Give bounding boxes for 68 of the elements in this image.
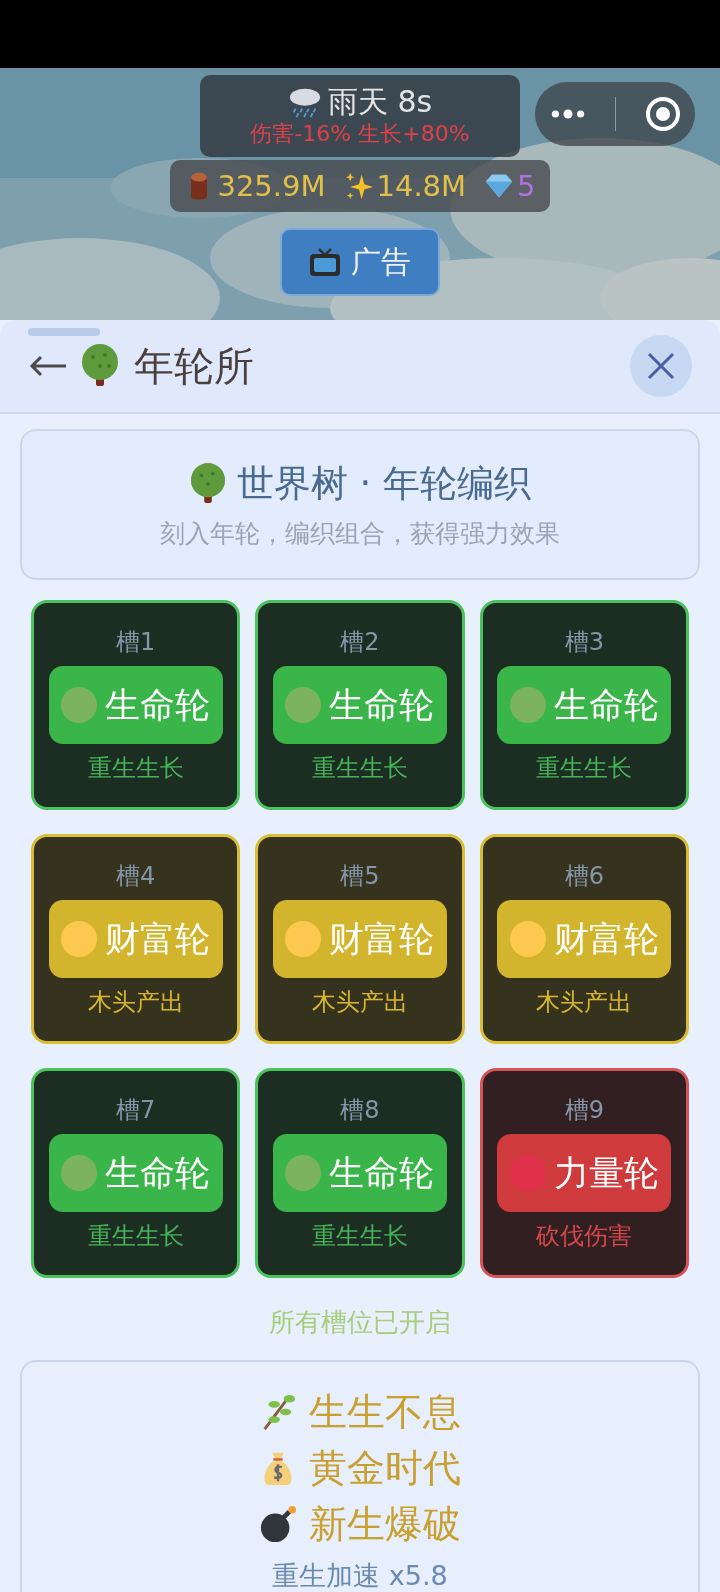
ad-button[interactable]: 广告 xyxy=(280,228,440,296)
slot-label: 槽8 xyxy=(340,1095,380,1126)
combo-name: 生生不息 xyxy=(309,1388,461,1436)
ring-effect: 木头产出 xyxy=(87,987,184,1018)
record-icon[interactable] xyxy=(644,96,681,132)
resource-value: 14.8M xyxy=(376,169,467,203)
intro-title: 世界树 · 年轮编织 xyxy=(236,461,532,507)
slot-label: 槽5 xyxy=(340,861,380,892)
slots-status: 所有槽位已开启 xyxy=(268,1306,452,1339)
slot-card[interactable]: 槽8 生命轮 重生生长 xyxy=(255,1068,465,1278)
ring-name: 生命轮 xyxy=(329,683,435,727)
slot-card[interactable]: 槽9 力量轮 砍伐伤害 xyxy=(479,1068,689,1278)
ring-effect: 重生生长 xyxy=(312,1221,408,1252)
slot-card[interactable]: 槽3 生命轮 重生生长 xyxy=(479,600,689,810)
resource-value: 5 xyxy=(517,169,536,203)
weather-label: 雨天 8s xyxy=(327,84,433,120)
ring-dot-icon xyxy=(61,921,98,957)
bomb-icon xyxy=(259,1505,297,1543)
slot-card[interactable]: 槽5 财富轮 木头产出 xyxy=(255,834,465,1044)
ring-dot-icon xyxy=(61,1155,98,1191)
ring-effect: 重生生长 xyxy=(312,753,408,784)
ring-dot-icon xyxy=(509,687,546,723)
ring-effect: 重生生长 xyxy=(87,753,184,784)
panel-title: 年轮所 xyxy=(134,341,255,391)
ring-dot-icon xyxy=(285,687,322,723)
slot-label: 槽3 xyxy=(564,627,604,658)
ring-name: 生命轮 xyxy=(553,683,659,727)
ring-effect: 木头产出 xyxy=(312,987,408,1018)
ring-name: 力量轮 xyxy=(553,1151,659,1195)
ring-dot-icon xyxy=(285,921,322,957)
tv-icon xyxy=(309,247,341,277)
close-icon xyxy=(646,351,676,381)
slot-card[interactable]: 槽1 生命轮 重生生长 xyxy=(31,600,241,810)
slot-card[interactable]: 槽4 财富轮 木头产出 xyxy=(31,834,241,1044)
ring-name: 生命轮 xyxy=(105,1151,211,1195)
drag-handle[interactable] xyxy=(28,328,100,336)
ring-dot-icon xyxy=(509,921,546,957)
ring-name: 生命轮 xyxy=(105,683,211,727)
ring-effect: 重生生长 xyxy=(87,1221,184,1252)
slot-card[interactable]: 槽6 财富轮 木头产出 xyxy=(479,834,689,1044)
ring-effect: 木头产出 xyxy=(536,987,633,1018)
ring-name: 财富轮 xyxy=(105,917,211,961)
ring-name: 财富轮 xyxy=(329,917,435,961)
slot-card[interactable]: 槽7 生命轮 重生生长 xyxy=(31,1068,241,1278)
slot-label: 槽9 xyxy=(564,1095,604,1126)
slot-label: 槽2 xyxy=(340,627,380,658)
slot-label: 槽6 xyxy=(564,861,604,892)
slot-label: 槽7 xyxy=(116,1095,156,1126)
back-arrow-icon[interactable] xyxy=(28,354,68,378)
slot-label: 槽1 xyxy=(116,627,156,658)
intro-subtitle: 刻入年轮，编织组合，获得强力效果 xyxy=(160,518,560,550)
ring-dot-icon xyxy=(285,1155,322,1191)
bonus-text: 重生加速 x5.8 xyxy=(272,1559,448,1592)
more-icon[interactable] xyxy=(549,108,586,120)
combo-name: 黄金时代 xyxy=(309,1444,461,1492)
ring-effect: 砍伐伤害 xyxy=(536,1221,633,1252)
rain-cloud-icon xyxy=(287,86,322,118)
weather-effects: 伤害-16% 生长+80% xyxy=(250,120,470,148)
ring-name: 财富轮 xyxy=(553,917,659,961)
tree-icon xyxy=(188,463,227,505)
combo-name: 新生爆破 xyxy=(309,1500,461,1548)
tree-icon xyxy=(80,344,120,388)
resource-value: 325.9M xyxy=(217,169,326,203)
slot-card[interactable]: 槽2 生命轮 重生生长 xyxy=(255,600,465,810)
ring-effect: 重生生长 xyxy=(536,753,633,784)
slot-label: 槽4 xyxy=(116,861,156,892)
ring-name: 生命轮 xyxy=(329,1151,435,1195)
ring-dot-icon xyxy=(61,687,98,723)
